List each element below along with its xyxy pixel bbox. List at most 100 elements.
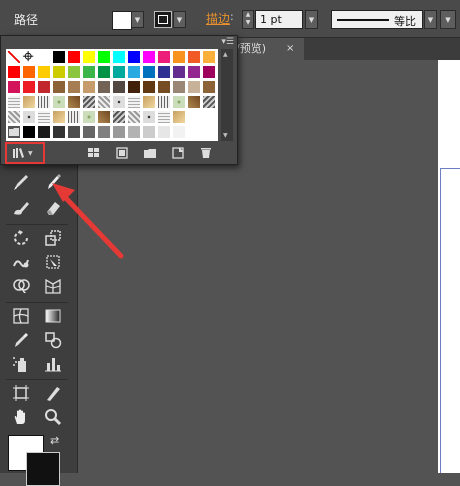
scroll-up-icon[interactable]: ▲ [223, 51, 228, 58]
swatch[interactable] [187, 65, 201, 79]
swatch[interactable] [112, 65, 126, 79]
swatch[interactable] [67, 125, 81, 139]
swatch[interactable] [127, 125, 141, 139]
free-transform-tool-icon[interactable] [40, 250, 66, 274]
swatch[interactable] [172, 80, 186, 94]
stroke-weight-dropdown[interactable]: ▼ [305, 10, 318, 29]
fill-dropdown-button[interactable]: ▼ [131, 11, 144, 28]
perspective-grid-tool-icon[interactable] [40, 274, 66, 298]
swatch[interactable] [22, 80, 36, 94]
swatch[interactable] [22, 65, 36, 79]
swatch[interactable] [97, 125, 111, 139]
pattern-swatch[interactable] [7, 95, 21, 109]
stroke-color-swatch[interactable] [154, 11, 172, 28]
delete-swatch-icon[interactable] [198, 146, 214, 160]
swatch[interactable] [97, 65, 111, 79]
pattern-swatch[interactable] [52, 95, 66, 109]
column-graph-tool-icon[interactable] [40, 352, 66, 376]
paintbrush-tool-icon[interactable] [8, 170, 34, 194]
swatch[interactable] [172, 50, 186, 64]
swatch[interactable] [37, 65, 51, 79]
fill-color-swatch[interactable] [112, 11, 132, 30]
artboard-tool-icon[interactable] [8, 381, 34, 405]
warp-tool-icon[interactable] [8, 250, 34, 274]
shape-builder-tool-icon[interactable] [8, 274, 34, 298]
swatch[interactable] [127, 50, 141, 64]
swatch[interactable] [97, 50, 111, 64]
pencil-tool-icon[interactable] [40, 170, 66, 194]
pattern-swatch[interactable] [157, 95, 171, 109]
pattern-swatch[interactable] [97, 110, 111, 124]
swatch[interactable] [142, 125, 156, 139]
color-group-folder-icon[interactable] [7, 125, 21, 139]
swatch[interactable] [157, 50, 171, 64]
swatch[interactable] [202, 125, 216, 139]
pattern-swatch[interactable] [7, 110, 21, 124]
tab-document[interactable]: /预览) × [232, 38, 304, 60]
swatch[interactable] [112, 50, 126, 64]
swatch[interactable] [67, 50, 81, 64]
eraser-tool-icon[interactable] [40, 196, 66, 220]
swatch[interactable] [97, 80, 111, 94]
swatch[interactable] [112, 125, 126, 139]
profile-dropdown[interactable]: ▼ [424, 10, 437, 29]
swatch[interactable] [52, 50, 66, 64]
slice-tool-icon[interactable] [40, 381, 66, 405]
swatch[interactable] [187, 125, 201, 139]
new-swatch-icon[interactable] [170, 146, 186, 160]
pattern-swatch[interactable] [52, 110, 66, 124]
swatch[interactable] [67, 65, 81, 79]
pattern-swatch[interactable] [22, 95, 36, 109]
swatch[interactable] [52, 65, 66, 79]
stroke-weight-input[interactable]: 1 pt [255, 10, 303, 29]
swatch[interactable] [172, 125, 186, 139]
swatch[interactable] [82, 65, 96, 79]
pattern-swatch[interactable] [202, 95, 216, 109]
artboard[interactable] [438, 60, 460, 473]
show-swatch-kinds-icon[interactable] [86, 146, 102, 160]
swatch-options-icon[interactable] [114, 146, 130, 160]
panel-menu-icon[interactable]: ▾☰ [221, 37, 234, 47]
blend-tool-icon[interactable] [40, 328, 66, 352]
pattern-swatch[interactable] [67, 95, 81, 109]
swatch[interactable] [127, 65, 141, 79]
pattern-swatch[interactable] [82, 110, 96, 124]
swatch[interactable] [142, 80, 156, 94]
swatch[interactable] [127, 80, 141, 94]
gradient-tool-icon[interactable] [40, 304, 66, 328]
pattern-swatch[interactable] [112, 95, 126, 109]
swatch[interactable] [202, 110, 216, 124]
swatch[interactable] [202, 50, 216, 64]
new-color-group-icon[interactable] [142, 146, 158, 160]
pattern-swatch[interactable] [67, 110, 81, 124]
swatch[interactable] [187, 110, 201, 124]
pattern-swatch[interactable] [157, 110, 171, 124]
blob-brush-tool-icon[interactable] [8, 196, 34, 220]
pattern-swatch[interactable] [142, 110, 156, 124]
hand-tool-icon[interactable] [8, 405, 34, 429]
pattern-swatch[interactable] [82, 95, 96, 109]
rotate-tool-icon[interactable] [8, 226, 34, 250]
eyedropper-tool-icon[interactable] [8, 328, 34, 352]
stroke-color-box[interactable] [26, 452, 60, 486]
stroke-panel-link[interactable]: 描边 [206, 10, 230, 27]
swatch[interactable] [142, 65, 156, 79]
pattern-swatch[interactable] [37, 110, 51, 124]
scroll-down-icon[interactable]: ▼ [223, 132, 228, 139]
pattern-swatch[interactable] [127, 95, 141, 109]
pattern-swatch[interactable] [37, 95, 51, 109]
variable-width-profile-select[interactable]: 等比 [331, 10, 423, 29]
swatch[interactable] [202, 80, 216, 94]
swatch[interactable] [7, 80, 21, 94]
brush-definition-dropdown[interactable]: ▼ [440, 10, 456, 29]
pattern-swatch[interactable] [112, 110, 126, 124]
swatch[interactable] [157, 125, 171, 139]
pattern-swatch[interactable] [127, 110, 141, 124]
swatch[interactable] [52, 125, 66, 139]
swatch[interactable] [82, 50, 96, 64]
close-icon[interactable]: × [286, 38, 294, 60]
pattern-swatch[interactable] [97, 95, 111, 109]
pattern-swatch[interactable] [172, 110, 186, 124]
scale-tool-icon[interactable] [40, 226, 66, 250]
pattern-swatch[interactable] [142, 95, 156, 109]
